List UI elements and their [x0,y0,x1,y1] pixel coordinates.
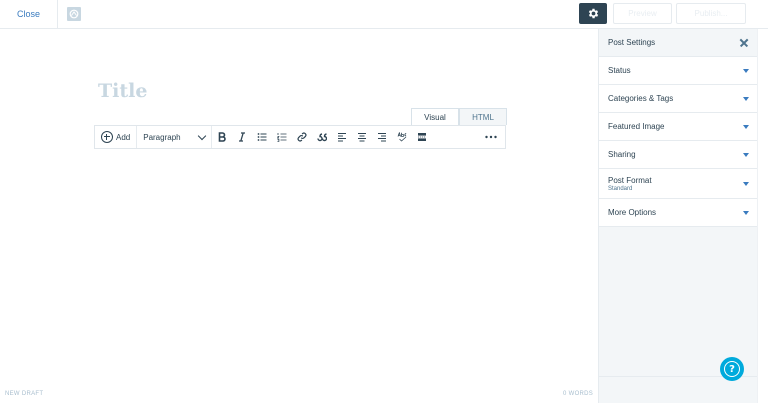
bullet-list-icon [257,133,267,141]
section-label: Status [608,66,631,75]
caret-down-icon [743,96,749,101]
close-button[interactable]: Close [0,0,58,28]
preview-button[interactable]: Preview [613,3,672,24]
caret-down-icon [743,210,749,215]
caret-down-icon [743,152,749,157]
sidebar-section-post-format[interactable]: Post Format Standard [599,169,758,199]
post-format-label: Post Format [608,175,652,185]
format-value: Paragraph [143,132,181,142]
sidebar-section-categories-tags[interactable]: Categories & Tags [599,85,758,113]
section-label: Featured Image [608,122,665,131]
more-options-icon [485,135,497,139]
numbered-list-icon [277,133,287,142]
blockquote-button[interactable] [312,126,332,148]
sidebar-title: Post Settings [608,38,656,47]
blockquote-icon [317,133,328,142]
spellcheck-icon [397,132,407,142]
publish-button[interactable]: Publish... [676,3,746,24]
spellcheck-button[interactable] [392,126,412,148]
title-input[interactable] [98,79,478,103]
add-label: Add [116,132,131,142]
close-icon[interactable] [739,38,749,48]
draft-status: NEW DRAFT [5,391,44,397]
add-circle-icon [101,131,113,143]
bold-icon [218,132,227,142]
site-icon[interactable] [67,7,81,21]
sidebar-section-featured-image[interactable]: Featured Image [599,113,758,141]
bold-button[interactable] [212,126,232,148]
settings-toggle-button[interactable] [579,3,607,24]
editor-mode-tabs: Visual HTML [411,108,507,126]
tab-visual[interactable]: Visual [411,108,459,126]
sidebar-section-sharing[interactable]: Sharing [599,141,758,169]
word-count: 0 WORDS [563,391,594,397]
align-center-button[interactable] [352,126,372,148]
help-icon: ? [724,361,740,377]
gear-icon [588,8,598,19]
format-select[interactable]: Paragraph [137,126,213,148]
post-settings-sidebar: Post Settings Status Categories & Tags F… [598,29,758,403]
caret-down-icon [743,181,749,186]
section-label: More Options [608,208,657,217]
editor-area: Visual HTML Add Paragraph [0,29,598,403]
italic-icon [239,132,246,142]
post-format-value: Standard [608,185,633,192]
sidebar-section-status[interactable]: Status [599,57,758,85]
chevron-down-icon [197,131,207,140]
align-left-button[interactable] [332,126,352,148]
sidebar-header: Post Settings [599,29,758,57]
caret-down-icon [743,68,749,73]
help-button[interactable]: ? [720,357,744,381]
editor-toolbar: Add Paragraph [94,125,506,149]
scrollbar-track[interactable] [757,29,768,403]
section-label: Post Format Standard [608,176,652,192]
more-tag-icon [418,133,427,141]
align-right-icon [378,132,387,142]
tab-html[interactable]: HTML [459,108,507,125]
add-media-button[interactable]: Add [95,126,138,148]
italic-button[interactable] [232,126,252,148]
caret-down-icon [743,124,749,129]
top-bar: Close Preview Publish... [0,0,768,29]
section-label: Categories & Tags [608,94,674,103]
section-label: Sharing [608,150,636,159]
more-options-button[interactable] [477,126,505,148]
align-left-icon [338,132,347,142]
sidebar-section-more-options[interactable]: More Options [599,199,758,227]
bullet-list-button[interactable] [252,126,272,148]
align-center-icon [358,132,367,142]
link-button[interactable] [292,126,312,148]
numbered-list-button[interactable] [272,126,292,148]
more-tag-button[interactable] [412,126,432,148]
link-icon [297,132,307,142]
align-right-button[interactable] [372,126,392,148]
